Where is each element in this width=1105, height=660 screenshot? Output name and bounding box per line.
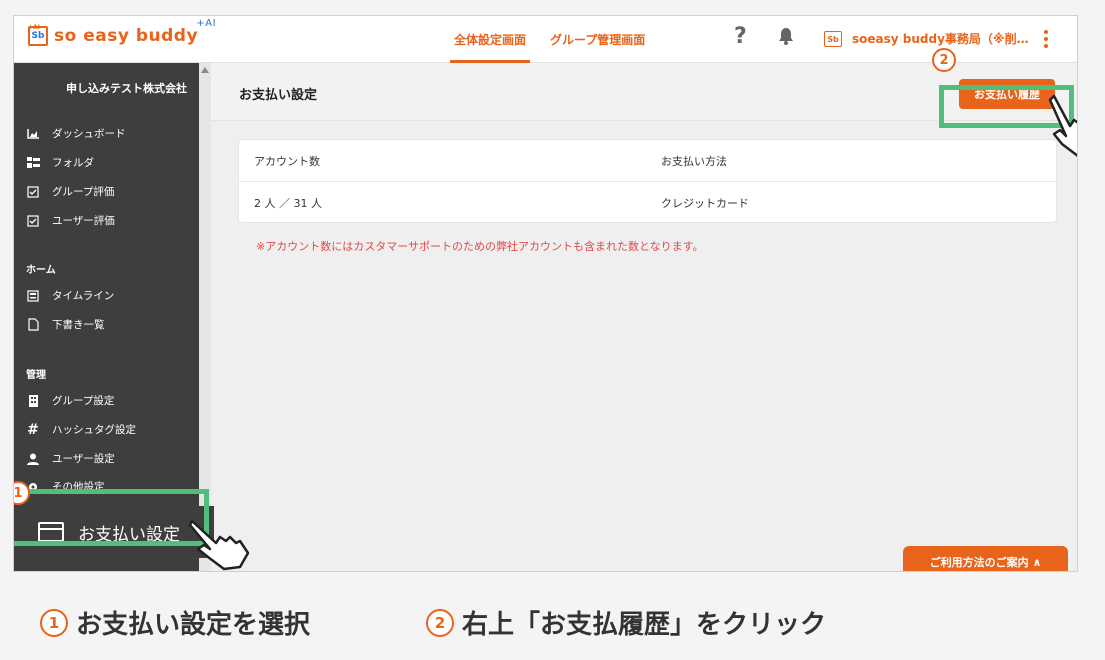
- payment-method-value: クレジットカード: [661, 197, 749, 210]
- user-icon: [26, 453, 40, 465]
- table-header-row: アカウント数 お支払い方法: [239, 140, 1056, 182]
- page-title: お支払い設定: [239, 88, 318, 103]
- building-icon: [26, 394, 40, 407]
- folder-icon: [26, 157, 40, 169]
- scroll-up-arrow-icon[interactable]: [201, 67, 209, 73]
- sidebar-section-home: ホーム: [26, 265, 56, 276]
- payment-summary-card: アカウント数 お支払い方法 2 人 ／ 31 人 クレジットカード: [238, 139, 1057, 223]
- column-header-accounts: アカウント数: [254, 154, 320, 168]
- bell-icon[interactable]: [778, 27, 794, 45]
- company-name: 申し込みテスト株式会社: [66, 82, 187, 95]
- sidebar-item-drafts[interactable]: 下書き一覧: [26, 317, 105, 332]
- sidebar-item-folder[interactable]: フォルダ: [26, 155, 94, 170]
- caption-step1-number: 1: [40, 608, 68, 637]
- sidebar-item-group-settings[interactable]: グループ設定: [26, 393, 114, 408]
- logo-mark-icon: +AI Sb: [28, 24, 48, 46]
- main-content: お支払い設定 お支払い履歴 アカウント数 お支払い方法 2 人 ／ 31 人 ク…: [211, 63, 1077, 571]
- sidebar-item-user-settings[interactable]: ユーザー設定: [26, 451, 115, 466]
- checkbox-icon: [26, 185, 40, 198]
- app-screenshot: +AI Sb so easy buddy +AI 全体設定画面 グループ管理画面…: [13, 15, 1078, 572]
- kebab-menu-icon[interactable]: [1044, 30, 1050, 48]
- org-name-menu[interactable]: soeasy buddy事務局（※削…: [852, 30, 1029, 47]
- account-count-value: 2 人 ／ 31 人: [254, 197, 322, 210]
- help-icon[interactable]: ?: [734, 24, 747, 49]
- sidebar-item-timeline[interactable]: タイムライン: [26, 288, 114, 303]
- tutorial-slide: +AI Sb so easy buddy +AI 全体設定画面 グループ管理画面…: [0, 0, 1105, 660]
- caption-step2: 2 右上「お支払履歴」をクリック: [426, 604, 826, 641]
- sidebar-section-admin: 管理: [26, 370, 46, 381]
- top-header: +AI Sb so easy buddy +AI 全体設定画面 グループ管理画面…: [14, 16, 1077, 63]
- logo-wordmark: so easy buddy +AI: [54, 18, 217, 46]
- header-tabs: 全体設定画面 グループ管理画面: [450, 16, 649, 63]
- account-note: ※アカウント数にはカスタマーサポートのための弊社アカウントも含まれた数となります…: [256, 240, 704, 253]
- dashboard-icon: [26, 128, 40, 140]
- table-row: 2 人 ／ 31 人 クレジットカード: [239, 182, 1056, 224]
- column-header-method: お支払い方法: [661, 154, 727, 168]
- sidebar-item-group-eval[interactable]: グループ評価: [26, 184, 114, 199]
- org-badge-icon: Sb: [824, 31, 842, 47]
- pointer-hand-icon: [188, 519, 250, 571]
- hashtag-icon: #: [27, 421, 39, 438]
- app-logo[interactable]: +AI Sb so easy buddy +AI: [28, 18, 217, 46]
- checkbox-icon: [26, 214, 40, 227]
- tab-global-settings[interactable]: 全体設定画面: [450, 16, 531, 63]
- sidebar-item-dashboard[interactable]: ダッシュボード: [26, 126, 126, 141]
- step2-badge: 2: [932, 48, 956, 72]
- step1-highlight: [14, 489, 209, 546]
- sidebar-item-hashtag[interactable]: # ハッシュタグ設定: [26, 421, 136, 438]
- tab-group-management[interactable]: グループ管理画面: [546, 16, 649, 63]
- caption-step2-number: 2: [426, 608, 454, 637]
- document-icon: [26, 318, 40, 331]
- caption-step1: 1 お支払い設定を選択: [40, 604, 310, 641]
- sidebar-item-user-eval[interactable]: ユーザー評価: [26, 213, 115, 228]
- pointer-hand-icon: [1048, 94, 1077, 157]
- usage-guide-button[interactable]: ご利用方法のご案内 ∧: [903, 546, 1068, 571]
- timeline-icon: [26, 289, 40, 302]
